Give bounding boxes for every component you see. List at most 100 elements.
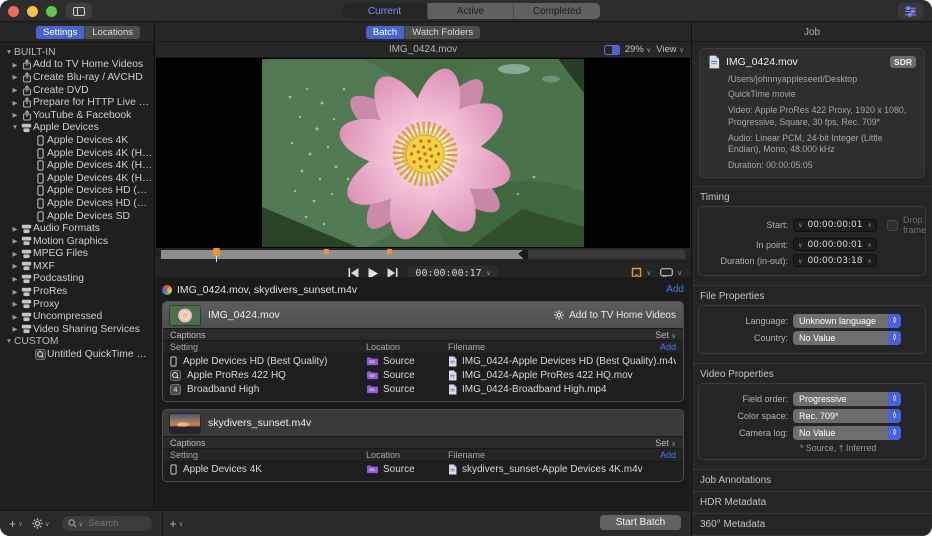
sidebar-item-apple-devices-4k-hevc[interactable]: Apple Devices 4K (HEVC… xyxy=(0,147,154,160)
disclosure-icon[interactable]: ▶ xyxy=(10,225,20,233)
disclosure-icon[interactable]: ▶ xyxy=(10,313,20,321)
field-order-popup[interactable]: Progressive ∧ ∨ xyxy=(793,392,901,407)
sidebar-item-audio-formats[interactable]: ▶ Audio Formats xyxy=(0,222,154,235)
disclosure-icon[interactable]: ▶ xyxy=(10,262,20,270)
hdr-metadata-section[interactable]: HDR Metadata xyxy=(692,491,932,513)
settings-action-menu[interactable]: ∨ xyxy=(32,518,50,529)
in-point-handle[interactable] xyxy=(156,250,161,258)
captions-row[interactable]: Captions Set ∨ xyxy=(163,328,683,341)
sidebar-section-built-in[interactable]: ▼ BUILT-IN xyxy=(0,46,154,59)
duration-stepper[interactable]: ∨ 00:00:03:18 ∧ xyxy=(793,254,877,268)
out-point-handle[interactable] xyxy=(517,250,528,259)
caption-dropdown-chevron[interactable]: ∨ xyxy=(677,269,682,277)
in-point-stepper[interactable]: ∨ 00:00:00:01 ∧ xyxy=(793,238,877,252)
disclosure-icon[interactable]: ▶ xyxy=(10,99,20,107)
job-header[interactable]: skydivers_sunset.m4v xyxy=(163,410,683,436)
playhead[interactable] xyxy=(213,248,221,262)
add-output-link[interactable]: Add xyxy=(660,450,676,460)
compare-split-icon[interactable] xyxy=(603,44,620,55)
job-annotations-section[interactable]: Job Annotations xyxy=(692,469,932,491)
sidebar-item-apple-devices-hd-best[interactable]: Apple Devices HD (Best… xyxy=(0,185,154,198)
output-row[interactable]: Apple Devices HD (Best Quality) Source IMG… xyxy=(163,354,683,368)
sidebar-item-create-blu-ray-avchd[interactable]: ▶ Create Blu-ray / AVCHD xyxy=(0,71,154,84)
output-row[interactable]: 4 Broadband High Source IMG_0424-Broadband … xyxy=(163,382,683,396)
sidebar-item-apple-devices-4k-hevc[interactable]: Apple Devices 4K (HEVC… xyxy=(0,172,154,185)
sidebar-toggle-button[interactable] xyxy=(66,3,92,19)
sidebar-item-video-sharing-services[interactable]: ▶ Video Sharing Services xyxy=(0,323,154,336)
add-setting-button[interactable]: + ∨ xyxy=(9,517,23,531)
search-input[interactable] xyxy=(86,517,145,530)
sidebar-item-motion-graphics[interactable]: ▶ Motion Graphics xyxy=(0,235,154,248)
disclosure-icon[interactable]: ▶ xyxy=(10,111,20,119)
inspector-toggle-button[interactable] xyxy=(898,3,923,19)
sidebar-item-add-to-tv-home-videos[interactable]: ▶ Add to TV Home Videos xyxy=(0,59,154,72)
captions-row[interactable]: Captions Set ∨ xyxy=(163,436,683,449)
timeline-scrubber[interactable] xyxy=(156,248,690,262)
country-popup[interactable]: No Value ∧ ∨ xyxy=(793,331,901,346)
sidebar-item-apple-devices[interactable]: ▼ Apple Devices xyxy=(0,122,154,135)
disclosure-icon[interactable]: ▶ xyxy=(10,61,20,69)
start-batch-button[interactable]: Start Batch xyxy=(600,515,681,530)
metadata-360-section[interactable]: 360° Metadata xyxy=(692,513,932,535)
timeline-marker[interactable] xyxy=(386,249,392,254)
job-action-button[interactable]: Add to TV Home Videos xyxy=(554,310,676,321)
language-popup[interactable]: Unknown language ∧ ∨ xyxy=(793,314,901,329)
disclosure-icon[interactable]: ▶ xyxy=(10,73,20,81)
disclosure-open-icon[interactable]: ▼ xyxy=(4,49,14,56)
zoom-level-dropdown[interactable]: 29% ∨ xyxy=(625,44,651,55)
disclosure-icon[interactable]: ▶ xyxy=(10,300,20,308)
start-timecode-stepper[interactable]: ∨ 00:00:00:01 ∧ xyxy=(793,218,877,232)
tab-locations[interactable]: Locations xyxy=(85,25,140,39)
add-output-link[interactable]: Add xyxy=(660,342,676,352)
camera-log-popup[interactable]: No Value ∧ ∨ xyxy=(793,426,901,441)
tab-active[interactable]: Active xyxy=(428,3,514,19)
search-field[interactable]: ∨ xyxy=(61,516,152,531)
disclosure-icon[interactable]: ▶ xyxy=(10,325,20,333)
sidebar-item-youtube-facebook[interactable]: ▶ YouTube & Facebook xyxy=(0,109,154,122)
sidebar-item-uncompressed[interactable]: ▶ Uncompressed xyxy=(0,310,154,323)
marker-dropdown-chevron[interactable]: ∨ xyxy=(646,269,651,277)
add-to-batch-button[interactable]: + ∨ xyxy=(170,517,184,531)
job-card-img-0424-mov[interactable]: IMG_0424.mov Add to TV Home Videos Caption… xyxy=(162,301,684,402)
captions-set-dropdown[interactable]: Set ∨ xyxy=(655,330,676,340)
timeline-track[interactable] xyxy=(156,248,685,262)
color-space-popup[interactable]: Rec. 709* ∧ ∨ xyxy=(793,409,901,424)
job-card-skydivers-sunset-m4v[interactable]: skydivers_sunset.m4v Captions Set ∨ Setting… xyxy=(162,409,684,482)
output-row[interactable]: Apple Devices 4K Source skydivers_sunset-A… xyxy=(163,462,683,476)
sidebar-item-create-dvd[interactable]: ▶ Create DVD xyxy=(0,84,154,97)
preview-viewer[interactable] xyxy=(156,58,690,248)
captions-set-dropdown[interactable]: Set ∨ xyxy=(655,438,676,448)
sidebar-item-apple-devices-4k-hevc[interactable]: Apple Devices 4K (HEVC… xyxy=(0,159,154,172)
tab-completed[interactable]: Completed xyxy=(514,3,600,19)
tab-batch[interactable]: Batch xyxy=(365,25,406,39)
sidebar-item-apple-devices-hd-most[interactable]: Apple Devices HD (Most… xyxy=(0,197,154,210)
tab-current[interactable]: Current xyxy=(342,3,428,19)
disclosure-icon[interactable]: ▶ xyxy=(10,288,20,296)
drop-frame-checkbox[interactable] xyxy=(887,219,898,231)
zoom-window-button[interactable] xyxy=(46,6,57,17)
sidebar-item-mpeg-files[interactable]: ▶ MPEG Files xyxy=(0,248,154,261)
disclosure-icon[interactable]: ▶ xyxy=(10,250,20,258)
sidebar-section-custom[interactable]: ▼ CUSTOM xyxy=(0,336,154,349)
sidebar-item-podcasting[interactable]: ▶ Podcasting xyxy=(0,273,154,286)
disclosure-open-icon[interactable]: ▼ xyxy=(10,124,20,131)
view-dropdown[interactable]: View ∨ xyxy=(656,44,684,55)
tab-watch-folders[interactable]: Watch Folders xyxy=(405,25,481,39)
timeline-marker[interactable] xyxy=(324,249,330,254)
minimize-window-button[interactable] xyxy=(27,6,38,17)
disclosure-icon[interactable]: ▶ xyxy=(10,86,20,94)
add-job-link[interactable]: Add xyxy=(666,284,684,295)
sidebar-item-untitled-quicktime-movie[interactable]: Untitled QuickTime Movie xyxy=(0,348,154,361)
sidebar-item-apple-devices-4k[interactable]: Apple Devices 4K xyxy=(0,134,154,147)
disclosure-open-icon[interactable]: ▼ xyxy=(4,338,14,345)
sidebar-item-prepare-for-http-live-strea[interactable]: ▶ Prepare for HTTP Live Strea… xyxy=(0,96,155,109)
sidebar-item-apple-devices-sd[interactable]: Apple Devices SD xyxy=(0,210,154,223)
disclosure-icon[interactable]: ▶ xyxy=(10,275,20,283)
sidebar-item-prores[interactable]: ▶ ProRes xyxy=(0,285,154,298)
tab-settings[interactable]: Settings xyxy=(36,25,86,39)
job-header[interactable]: IMG_0424.mov Add to TV Home Videos xyxy=(163,302,683,328)
disclosure-icon[interactable]: ▶ xyxy=(10,237,20,245)
close-window-button[interactable] xyxy=(8,6,19,17)
batch-group-header[interactable]: IMG_0424.mov, skydivers_sunset.m4v Add xyxy=(162,282,684,297)
sidebar-item-mxf[interactable]: ▶ MXF xyxy=(0,260,154,273)
